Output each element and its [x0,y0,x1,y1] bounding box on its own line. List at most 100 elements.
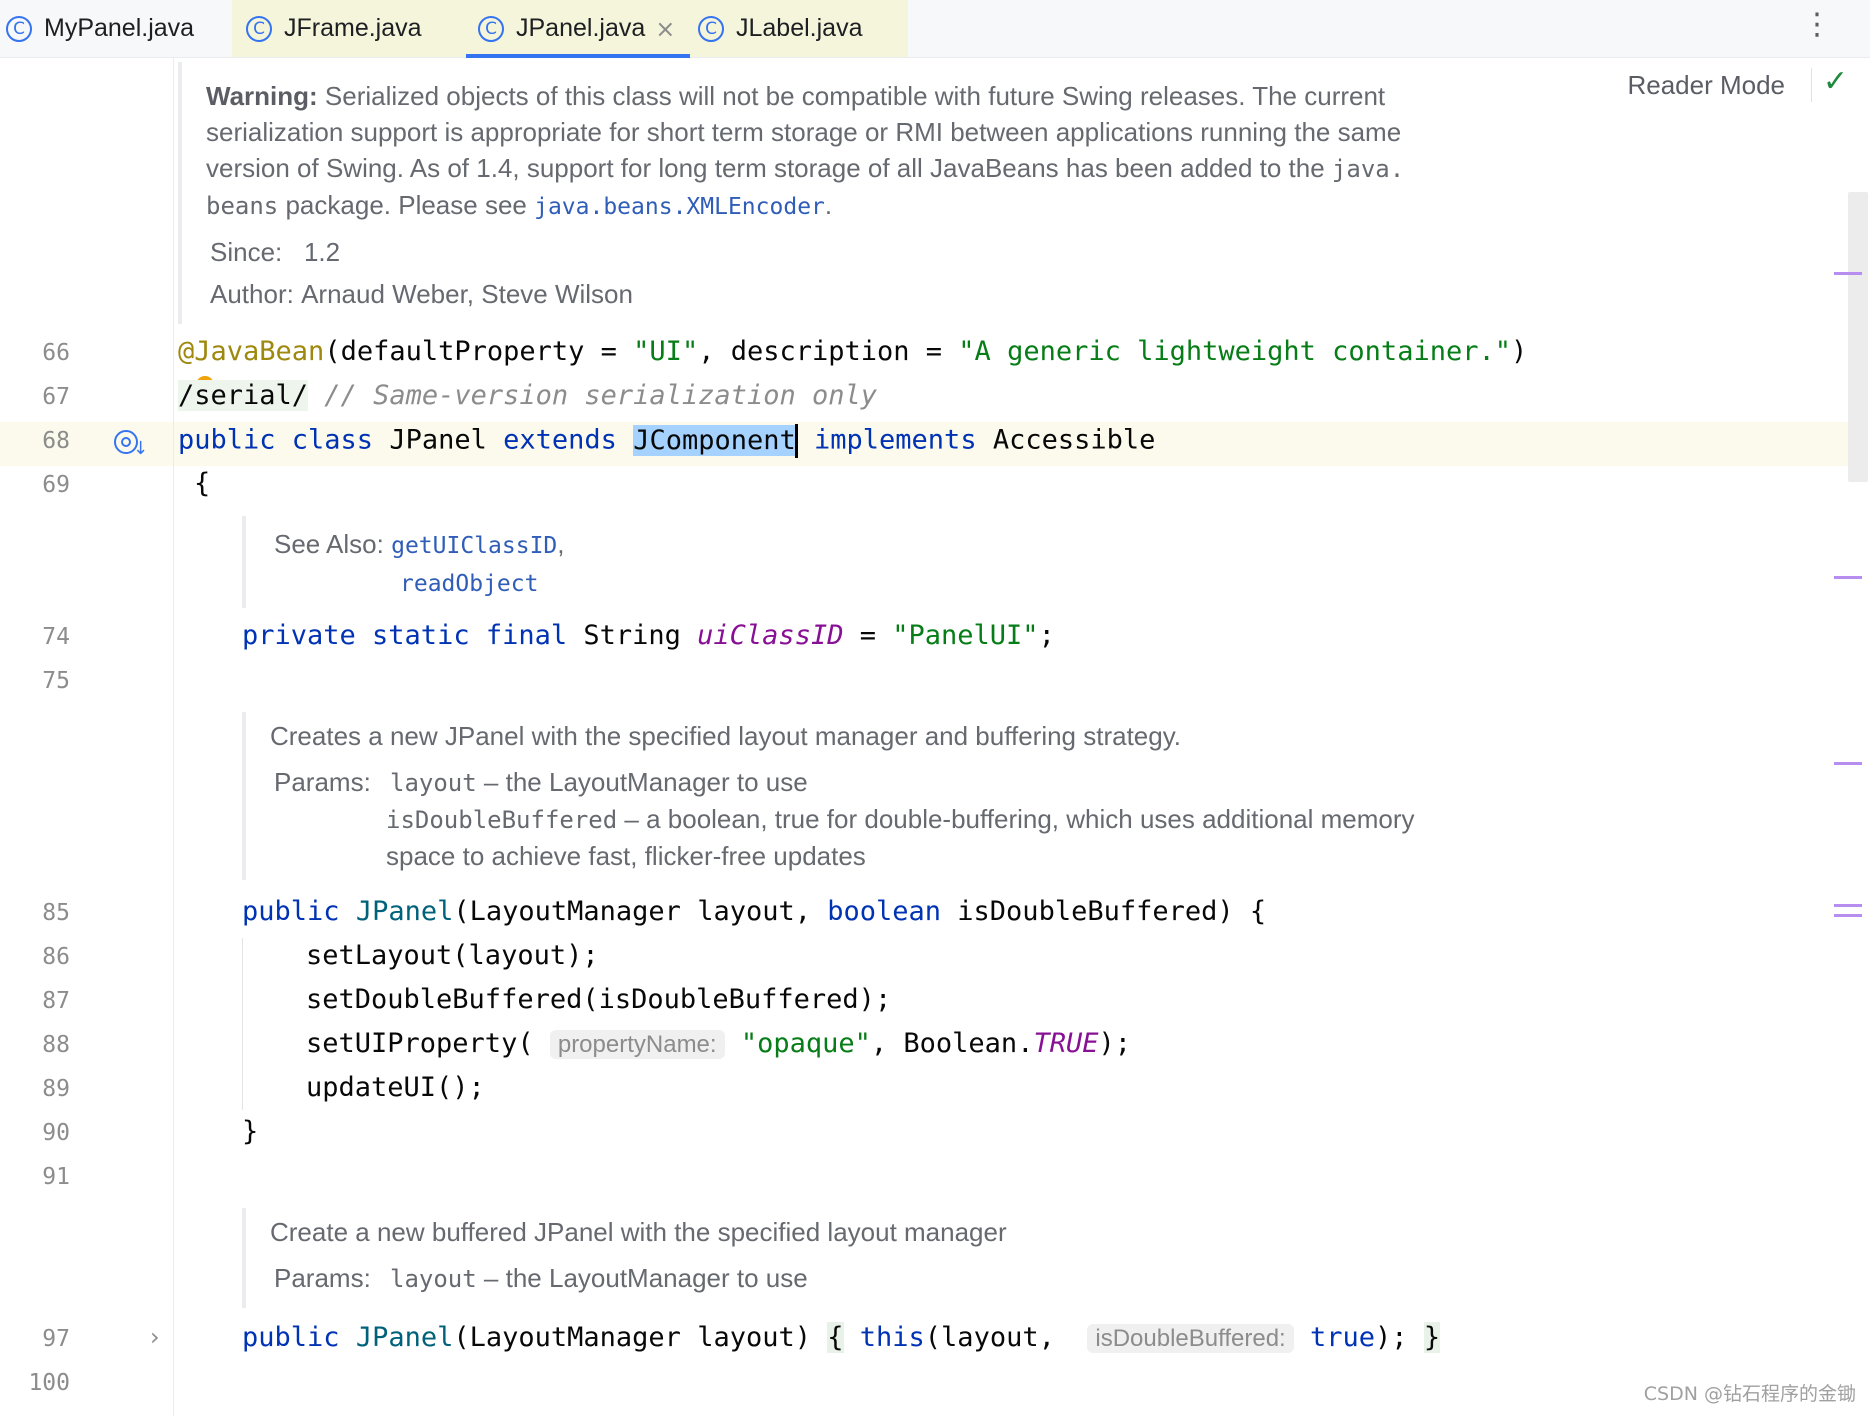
code-line-66[interactable]: @JavaBean(defaultProperty = "UI", descri… [178,336,1527,367]
fold-chevron-icon[interactable]: › [150,1323,160,1351]
code-line-68[interactable]: public class JPanel extends JComponent i… [178,424,1155,458]
more-actions-icon[interactable]: ⋮ [1802,10,1832,40]
line-number: 66 [42,340,70,366]
code-token: Accessible [976,424,1156,456]
toolbar-separator [1811,68,1812,102]
code-token: , description = [698,336,959,367]
vertical-scrollbar[interactable] [1848,192,1868,482]
tab-label: JLabel.java [736,14,863,42]
getuiclassid-link[interactable]: getUIClassID [391,533,557,559]
code-line-74[interactable]: private static final String uiClassID = … [242,620,1055,651]
keyword: extends [503,424,617,456]
line-number: 74 [42,624,70,650]
line-number: 75 [42,668,70,694]
code-line-85[interactable]: public JPanel(LayoutManager layout, bool… [242,896,1266,927]
scroll-marker [1834,904,1862,907]
tab-label: JPanel.java [516,14,646,42]
parameter-hint: propertyName: [549,1030,725,1059]
parameter-hint: isDoubleBuffered: [1087,1324,1294,1353]
field-name: TRUE [1033,1028,1099,1059]
string-literal: "UI" [633,336,699,367]
selected-identifier[interactable]: JComponent [633,424,796,456]
code-token: String [567,620,698,651]
code-token: (LayoutManager layout, [453,896,828,927]
line-number: 91 [42,1164,70,1190]
class-name: JPanel [373,424,504,456]
code-line-69[interactable]: { [194,468,210,499]
code-line-97[interactable]: public JPanel(LayoutManager layout) { th… [242,1322,1441,1353]
code-line-88[interactable]: setUIProperty( propertyName: "opaque", B… [306,1028,1131,1059]
scroll-marker [1834,762,1862,765]
keyword: implements [814,424,977,456]
doc-bar [242,712,246,880]
scroll-marker [1834,914,1862,917]
doc-text: version of Swing. As of 1.4, support for… [206,153,1332,183]
string-literal: "PanelUI" [892,620,1039,651]
line-number: 100 [28,1370,70,1396]
tab-mypanel[interactable]: C MyPanel.java [0,0,232,57]
param-desc: – a boolean, true for double-buffering, … [617,804,1415,834]
line-number: 90 [42,1120,70,1146]
param-name: isDoubleBuffered [386,806,618,834]
doc-bar [178,62,182,324]
keyword: boolean [827,896,942,927]
doc-text: , [557,529,565,559]
scroll-marker [1834,272,1862,275]
text-caret [794,424,798,458]
param-name: layout [390,1265,477,1293]
keyword: public [242,1322,340,1353]
param-name: layout [390,769,477,797]
code-token: ; [1038,620,1055,651]
editor-tab-bar: C MyPanel.java C JFrame.java C JPanel.ja… [0,0,1870,58]
field-name: uiClassID [697,620,844,651]
keyword: true [1310,1322,1376,1353]
author-label: Author: [210,279,294,309]
doc-text: Serialized objects of this class will no… [317,81,1386,111]
code-line-89[interactable]: updateUI(); [306,1072,485,1103]
code-token: ); [1098,1028,1131,1059]
gutter-divider [173,58,174,1416]
param-desc: – the LayoutManager to use [476,1263,808,1293]
folded-brace[interactable]: } [1423,1322,1441,1353]
see-also-label: See Also: [274,529,384,559]
author-row: Author: Arnaud Weber, Steve Wilson [210,276,633,312]
class-icon: C [246,15,272,42]
keyword: public class [178,424,374,456]
doc-text: package. Please see [278,190,535,220]
folded-brace[interactable]: { [827,1322,844,1353]
close-icon[interactable]: × [655,15,675,43]
arrow-down-icon: ↓ [133,438,149,459]
code-line-87[interactable]: setDoubleBuffered(isDoubleBuffered); [306,984,891,1015]
class-icon: C [478,15,504,42]
tab-jlabel[interactable]: C JLabel.java [690,0,908,57]
class-doc-warning: Warning: Serialized objects of this clas… [206,78,1566,225]
code-token: isDoubleBuffered) { [941,896,1267,927]
watermark: CSDN @钻石程序的金锄 [1643,1383,1856,1405]
readobject-link[interactable]: readObject [400,571,538,597]
reader-mode-button[interactable]: Reader Mode [1627,70,1785,101]
code-line-67[interactable]: /serial/ // Same-version serialization o… [178,380,877,411]
method-name: JPanel [355,896,454,927]
string-literal: "A generic lightweight container." [958,336,1511,367]
code-line-90[interactable]: } [242,1116,258,1147]
code-token: ) [1510,336,1528,367]
doc-code: beans [206,192,279,220]
doc-text: . [824,190,833,220]
doc-code: java. [1331,155,1405,183]
since-row: Since: 1.2 [210,234,340,270]
code-token: ); [1375,1322,1408,1353]
line-number: 68 [42,428,70,454]
string-literal: "opaque" [740,1028,871,1059]
author-value: Arnaud Weber, Steve Wilson [301,279,633,309]
tab-jpanel[interactable]: C JPanel.java × [466,0,690,58]
warning-label: Warning: [206,81,318,111]
line-number: 86 [42,944,70,970]
xmlencoder-link[interactable]: java.beans.XMLEncoder [534,194,825,220]
code-token: (defaultProperty = [324,336,634,367]
tab-jframe[interactable]: C JFrame.java [232,0,466,57]
check-icon[interactable]: ✓ [1823,64,1848,99]
keyword: public [242,896,340,927]
code-line-86[interactable]: setLayout(layout); [306,940,599,971]
keyword: private static final [242,620,568,651]
see-also-doc: See Also: getUIClassID, readObject [274,526,565,602]
